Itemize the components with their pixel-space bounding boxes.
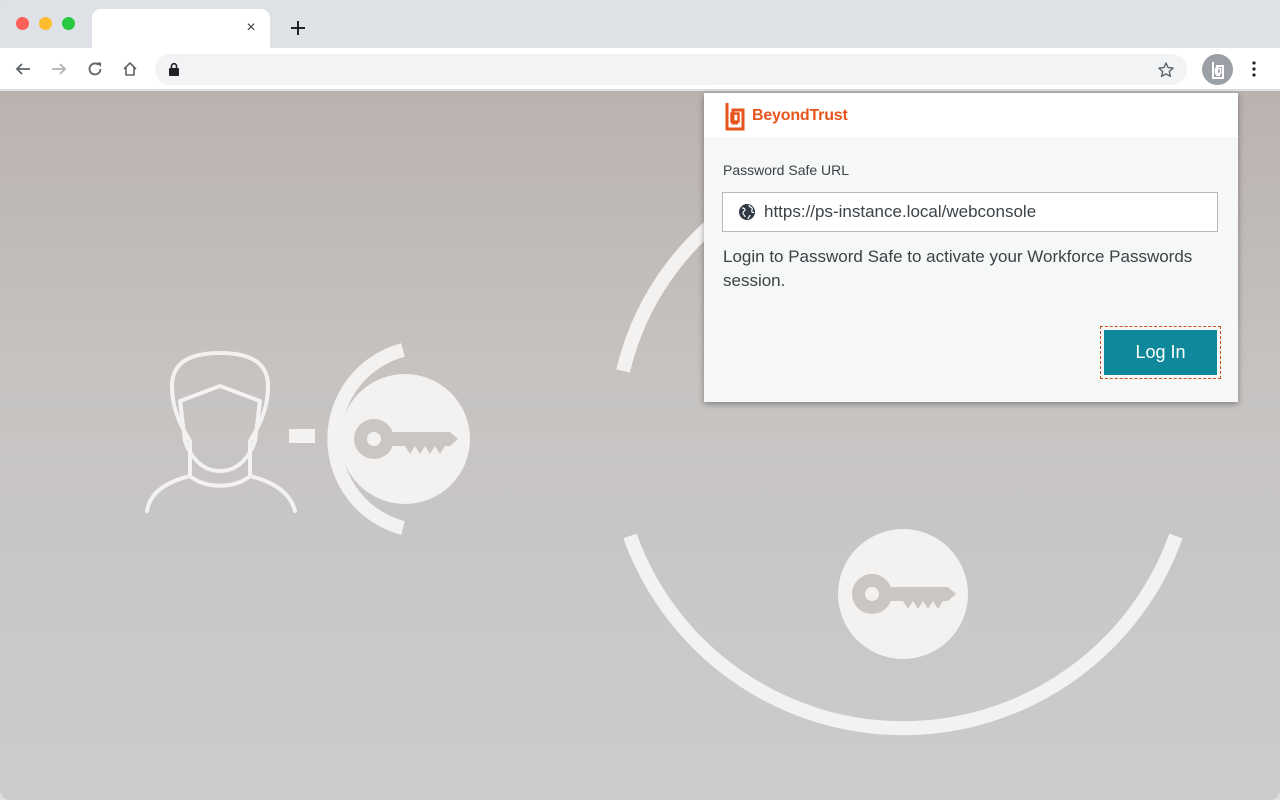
extension-popup: BeyondTrust Password Safe URL Login to P… <box>704 93 1238 402</box>
person-icon <box>147 353 295 511</box>
popup-header: BeyondTrust <box>704 93 1238 137</box>
back-button[interactable] <box>11 57 35 81</box>
browser-menu-button[interactable] <box>1244 57 1264 81</box>
lock-icon <box>167 62 181 76</box>
new-tab-button[interactable] <box>286 16 310 40</box>
arrow-right-icon <box>51 61 67 77</box>
address-bar[interactable] <box>155 54 1187 85</box>
login-button[interactable]: Log In <box>1104 330 1217 375</box>
forward-button[interactable] <box>47 57 71 81</box>
maximize-window-button[interactable] <box>62 17 75 30</box>
beyondtrust-extension-icon <box>1209 60 1227 80</box>
login-message: Login to Password Safe to activate your … <box>723 245 1193 293</box>
home-button[interactable] <box>118 57 142 81</box>
brand-name: BeyondTrust <box>752 107 848 125</box>
close-window-button[interactable] <box>16 17 29 30</box>
browser-toolbar <box>0 48 1280 90</box>
browser-tab[interactable]: × <box>92 9 270 48</box>
url-field[interactable] <box>722 192 1218 232</box>
beyondtrust-logo-icon <box>724 101 746 131</box>
arrow-left-icon <box>15 61 31 77</box>
plus-icon <box>290 20 306 36</box>
login-button-focus-ring: Log In <box>1100 326 1221 379</box>
reload-icon <box>87 61 103 77</box>
home-icon <box>122 61 138 77</box>
url-field-label: Password Safe URL <box>723 162 849 178</box>
beyondtrust-extension-button[interactable] <box>1202 54 1233 85</box>
tab-close-icon[interactable]: × <box>242 19 260 37</box>
browser-window: × <box>0 0 1280 800</box>
star-icon[interactable] <box>1157 61 1175 79</box>
reload-button[interactable] <box>83 57 107 81</box>
kebab-menu-icon <box>1252 61 1256 77</box>
minimize-window-button[interactable] <box>39 17 52 30</box>
url-input[interactable] <box>764 202 1204 222</box>
globe-icon <box>738 203 756 221</box>
beyondtrust-logo: BeyondTrust <box>724 101 848 131</box>
tab-strip: × <box>0 0 1280 48</box>
connector-bar <box>289 429 315 443</box>
